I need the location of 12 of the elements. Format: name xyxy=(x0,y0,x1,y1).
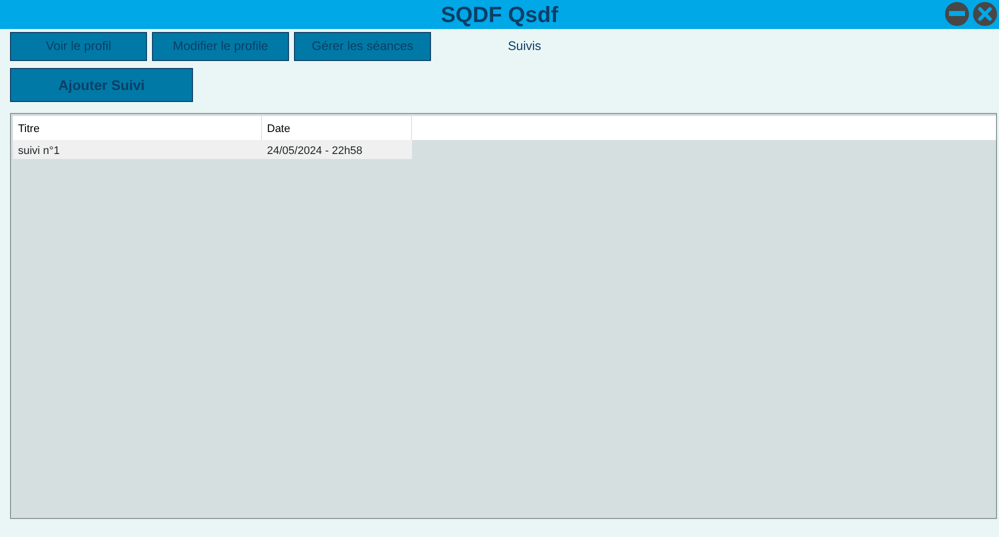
tab[interactable]: Gérer les séances xyxy=(294,32,431,61)
close-button[interactable] xyxy=(973,2,997,26)
minimize-icon xyxy=(949,11,965,17)
table-cell-text: suivi n°1 xyxy=(17,144,61,159)
table-cell-text: 24/05/2024 - 22h58 xyxy=(266,144,364,159)
tab[interactable]: Modifier le profile xyxy=(152,32,289,61)
window-title: SQDF Qsdf xyxy=(440,1,558,29)
close-icon xyxy=(978,7,992,21)
add-button[interactable]: Ajouter Suivi xyxy=(10,68,193,102)
tab[interactable]: Voir le profil xyxy=(10,32,147,61)
minimize-button[interactable] xyxy=(945,2,969,26)
tab[interactable]: Suivis xyxy=(456,32,593,61)
